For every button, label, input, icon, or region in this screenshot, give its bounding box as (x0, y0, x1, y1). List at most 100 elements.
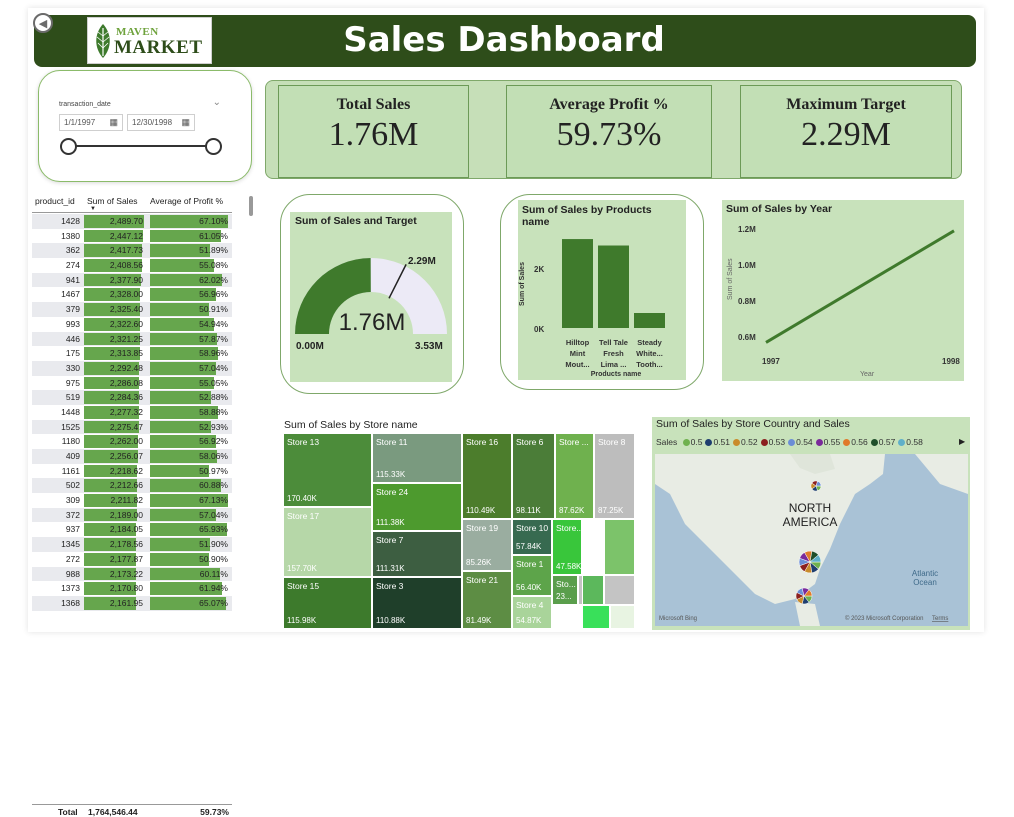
product-bar[interactable] (634, 313, 665, 328)
treemap-tile[interactable]: Store 1 56.40K (512, 555, 552, 596)
table-row[interactable]: 1448 2,277.32 58.88% (32, 405, 232, 420)
slider-start-handle[interactable] (60, 138, 77, 155)
table-row[interactable]: 309 2,211.82 67.13% (32, 493, 232, 508)
table-row[interactable]: 409 2,256.07 58.06% (32, 449, 232, 464)
kpi-maximum-target[interactable]: Maximum Target 2.29M (740, 85, 952, 178)
treemap-tile[interactable]: Sto... 23... (552, 575, 578, 605)
column-header-product-id[interactable]: product_id (35, 196, 75, 206)
map-legend-item[interactable]: 0.54 (788, 437, 813, 447)
table-row[interactable]: 975 2,286.08 55.05% (32, 376, 232, 391)
date-slicer[interactable]: transaction_date ⌄ 1/1/1997 ▦ 12/30/1998… (38, 70, 252, 182)
map-legend-item[interactable]: 0.53 (760, 437, 785, 447)
treemap-tile-name: Store 4 (516, 600, 544, 610)
treemap-tile-name: Store 6 (516, 437, 544, 447)
treemap-tile[interactable]: Store 8 87.25K (594, 433, 635, 519)
table-row[interactable]: 372 2,189.00 57.04% (32, 507, 232, 523)
table-row[interactable]: 379 2,325.40 50.91% (32, 302, 232, 317)
table-scrollbar[interactable] (249, 196, 253, 216)
treemap-tile[interactable]: Store 17 157.70K (283, 507, 372, 577)
treemap-tile-value: 87.25K (598, 506, 624, 515)
treemap-tile[interactable] (610, 605, 635, 629)
treemap-tile[interactable]: Store 15 115.98K (283, 577, 372, 629)
column-header-sum-of-sales[interactable]: Sum of Sales (87, 196, 138, 206)
table-row[interactable]: 988 2,173.22 60.11% (32, 566, 232, 582)
map-legend-item[interactable]: 0.58 (898, 437, 923, 447)
treemap-tile[interactable]: Store ... 87.62K (555, 433, 594, 519)
table-row[interactable]: 330 2,292.48 57.04% (32, 360, 232, 376)
year-chart-card[interactable]: Sum of Sales by Year Sum of Sales Year 1… (722, 200, 964, 381)
table-row[interactable]: 937 2,184.05 65.93% (32, 522, 232, 537)
calendar-icon[interactable]: ▦ (109, 117, 118, 128)
table-row[interactable]: 1428 2,489.70 67.10% (32, 214, 232, 229)
table-row[interactable]: 1380 2,447.12 61.05% (32, 229, 232, 244)
kpi-total-sales[interactable]: Total Sales 1.76M (278, 85, 469, 178)
table-row[interactable]: 941 2,377.90 62.02% (32, 272, 232, 288)
product-id-cell: 379 (65, 304, 80, 315)
treemap-tile[interactable]: Store 4 54.87K (512, 596, 552, 629)
back-icon[interactable]: ◀ (33, 13, 53, 33)
table-row[interactable]: 272 2,177.87 50.90% (32, 552, 232, 567)
treemap-tile[interactable]: Store 24 111.38K (372, 483, 462, 531)
treemap-tile[interactable]: Store 11 115.33K (372, 433, 462, 483)
table-row[interactable]: 993 2,322.60 54.94% (32, 317, 232, 332)
treemap-tile[interactable] (582, 605, 610, 629)
map-legend-item[interactable]: 0.5 (682, 437, 702, 447)
table-row[interactable]: 274 2,408.56 55.08% (32, 258, 232, 273)
ocean-label-line1: Atlantic (912, 569, 938, 578)
table-row[interactable]: 1373 2,170.80 61.94% (32, 581, 232, 596)
treemap-tile[interactable]: Store 6 98.11K (512, 433, 555, 519)
treemap-tile[interactable]: Store 10 57.84K (512, 519, 552, 555)
treemap-tile[interactable]: Store 13 170.40K (283, 433, 372, 507)
profit-cell: 52.88% (150, 390, 229, 405)
product-id-cell: 409 (65, 451, 80, 461)
column-header-average-profit[interactable]: Average of Profit % (150, 196, 223, 206)
slider-end-handle[interactable] (205, 138, 222, 155)
table-row[interactable]: 519 2,284.36 52.88% (32, 390, 232, 405)
table-row[interactable]: 1525 2,275.47 52.93% (32, 419, 232, 435)
treemap-tile[interactable] (604, 575, 635, 605)
maven-market-logo: MAVEN MARKET (87, 17, 212, 64)
map-legend-item[interactable]: 0.55 (815, 437, 840, 447)
legend-dot-icon (788, 439, 796, 446)
treemap-tile[interactable]: Store 3 110.88K (372, 577, 462, 629)
treemap-tile[interactable]: Store 16 110.49K (462, 433, 512, 519)
treemap-tile[interactable]: Store... 47.58K (552, 519, 582, 575)
kpi-average-profit[interactable]: Average Profit % 59.73% (506, 85, 712, 178)
map-terms-link[interactable]: Terms (932, 616, 948, 622)
map-legend-item[interactable]: 0.57 (870, 437, 895, 447)
map-title: Sum of Sales by Store Country and Sales (656, 418, 850, 430)
table-row[interactable]: 502 2,212.66 60.88% (32, 478, 232, 494)
treemap-tile[interactable]: Store 7 111.31K (372, 531, 462, 577)
products-chart-card[interactable]: Sum of Sales by Products name Sum of Sal… (518, 200, 686, 380)
map-view[interactable]: NORTH AMERICA Atlantic Ocean Microsoft B… (655, 454, 968, 626)
table-row[interactable]: 175 2,313.85 58.96% (32, 346, 232, 361)
map-legend-item[interactable]: 0.56 (843, 437, 868, 447)
date-range-slider[interactable] (69, 145, 215, 147)
table-row[interactable]: 1368 2,161.95 65.07% (32, 595, 232, 611)
chevron-down-icon[interactable]: ⌄ (213, 97, 221, 108)
legend-next-icon[interactable]: ▶ (959, 437, 965, 446)
treemap-tile[interactable]: Store 21 81.49K (462, 571, 512, 629)
table-row[interactable]: 1161 2,218.62 50.97% (32, 464, 232, 479)
table-row[interactable]: 362 2,417.73 51.89% (32, 243, 232, 259)
product-table[interactable]: product_id Sum of Sales Average of Profi… (32, 192, 254, 817)
end-date-input[interactable]: 12/30/1998 ▦ (127, 114, 195, 131)
product-bar[interactable] (562, 239, 593, 328)
sales-by-year-line[interactable] (765, 229, 955, 344)
gauge-card[interactable]: Sum of Sales and Target 1.76M 0.00M 3.53… (290, 212, 452, 382)
treemap-tile[interactable]: Store 19 85.26K (462, 519, 512, 571)
table-row[interactable]: 1467 2,328.00 56.96% (32, 287, 232, 302)
calendar-icon[interactable]: ▦ (181, 117, 190, 128)
treemap-chart[interactable]: Store 13 170.40K Store 17 157.70K Store 15 11… (283, 433, 635, 629)
map-legend-item[interactable]: 0.52 (733, 437, 758, 447)
table-row[interactable]: 1180 2,262.00 56.92% (32, 434, 232, 449)
table-row[interactable]: 446 2,321.25 57.87% (32, 331, 232, 347)
treemap-tile[interactable] (582, 575, 604, 605)
treemap-tile[interactable] (604, 519, 635, 575)
product-id-cell: 941 (65, 274, 80, 285)
start-date-input[interactable]: 1/1/1997 ▦ (59, 114, 123, 131)
product-bar[interactable] (598, 245, 629, 329)
profit-value: 67.10% (199, 216, 228, 226)
map-legend-item[interactable]: 0.51 (705, 437, 730, 447)
table-row[interactable]: 1345 2,178.56 51.90% (32, 537, 232, 552)
